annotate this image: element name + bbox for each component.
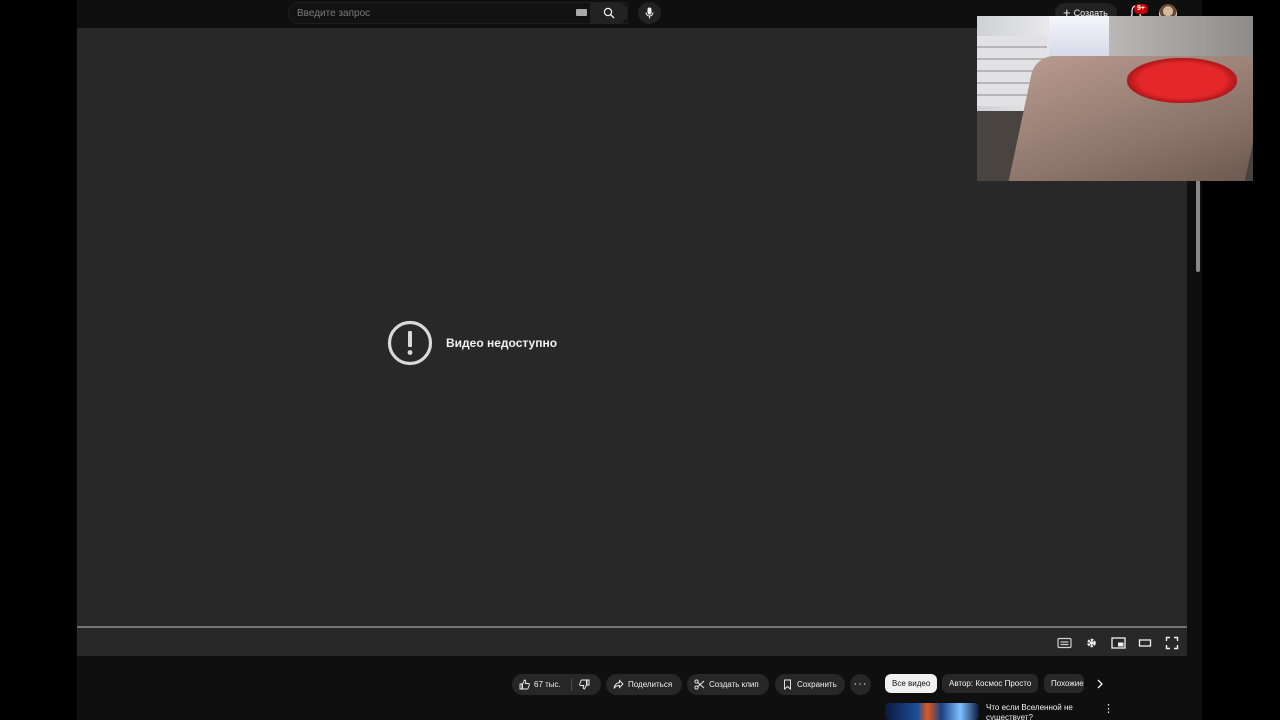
create-clip-label: Создать клип: [709, 680, 759, 689]
create-clip-button[interactable]: Создать клип: [687, 674, 769, 695]
miniplayer-button[interactable]: [1111, 636, 1127, 650]
share-button[interactable]: Поделиться: [606, 674, 682, 695]
thumbs-up-icon[interactable]: [519, 679, 530, 690]
scrollbar-thumb[interactable]: [1196, 180, 1200, 272]
search-icon: [603, 7, 615, 19]
subtitles-button[interactable]: [1057, 636, 1073, 650]
chip-all-videos[interactable]: Все видео: [885, 674, 938, 693]
video-actions: 67 тыс. Поделиться Создать клип Сохранит…: [77, 674, 877, 696]
fullscreen-button[interactable]: [1165, 636, 1181, 650]
mic-icon: [645, 7, 654, 19]
like-dislike-group: 67 тыс.: [512, 674, 601, 695]
recommendation-menu-button[interactable]: ⋮: [1103, 703, 1114, 717]
chip-related[interactable]: Похожие: [1044, 674, 1084, 693]
settings-button[interactable]: [1084, 636, 1100, 650]
subtitles-icon: [1057, 637, 1072, 649]
gear-icon: [1087, 638, 1096, 648]
error-message: Видео недоступно: [446, 336, 558, 350]
webcam-overlay: [977, 16, 1253, 181]
theater-mode-icon: [1138, 639, 1152, 647]
search-button[interactable]: [590, 2, 628, 24]
voice-search-button[interactable]: [638, 2, 661, 24]
bookmark-icon: [784, 679, 791, 690]
recommendation-filter-chips: Все видео Автор: Космос Просто Похожие: [885, 674, 1115, 694]
share-label: Поделиться: [628, 680, 673, 689]
chevron-right-icon[interactable]: [1093, 677, 1107, 691]
chip-author[interactable]: Автор: Космос Просто: [942, 674, 1039, 693]
share-icon: [613, 679, 624, 689]
save-button[interactable]: Сохранить: [775, 674, 845, 695]
webcam-blanket: [1127, 58, 1237, 103]
scissors-icon: [694, 679, 705, 690]
search-input[interactable]: [297, 5, 567, 21]
save-label: Сохранить: [797, 680, 837, 689]
miniplayer-icon: [1111, 637, 1126, 649]
keyboard-icon[interactable]: [576, 9, 587, 16]
recommendation-thumbnail[interactable]: [885, 703, 979, 720]
thumbs-down-icon[interactable]: [579, 679, 590, 690]
notification-badge: 9+: [1134, 4, 1148, 14]
more-actions-button[interactable]: ···: [850, 674, 871, 695]
progress-bar[interactable]: [77, 626, 1187, 628]
error-exclamation-icon: [387, 320, 433, 366]
fullscreen-icon: [1165, 636, 1179, 650]
video-error: Видео недоступно: [387, 320, 557, 366]
like-count[interactable]: 67 тыс.: [534, 674, 561, 695]
theater-mode-button[interactable]: [1138, 636, 1154, 650]
like-divider: [571, 678, 572, 691]
search-box[interactable]: [288, 2, 628, 24]
recommendation-title[interactable]: Что если Вселенной не существует?: [986, 703, 1096, 720]
